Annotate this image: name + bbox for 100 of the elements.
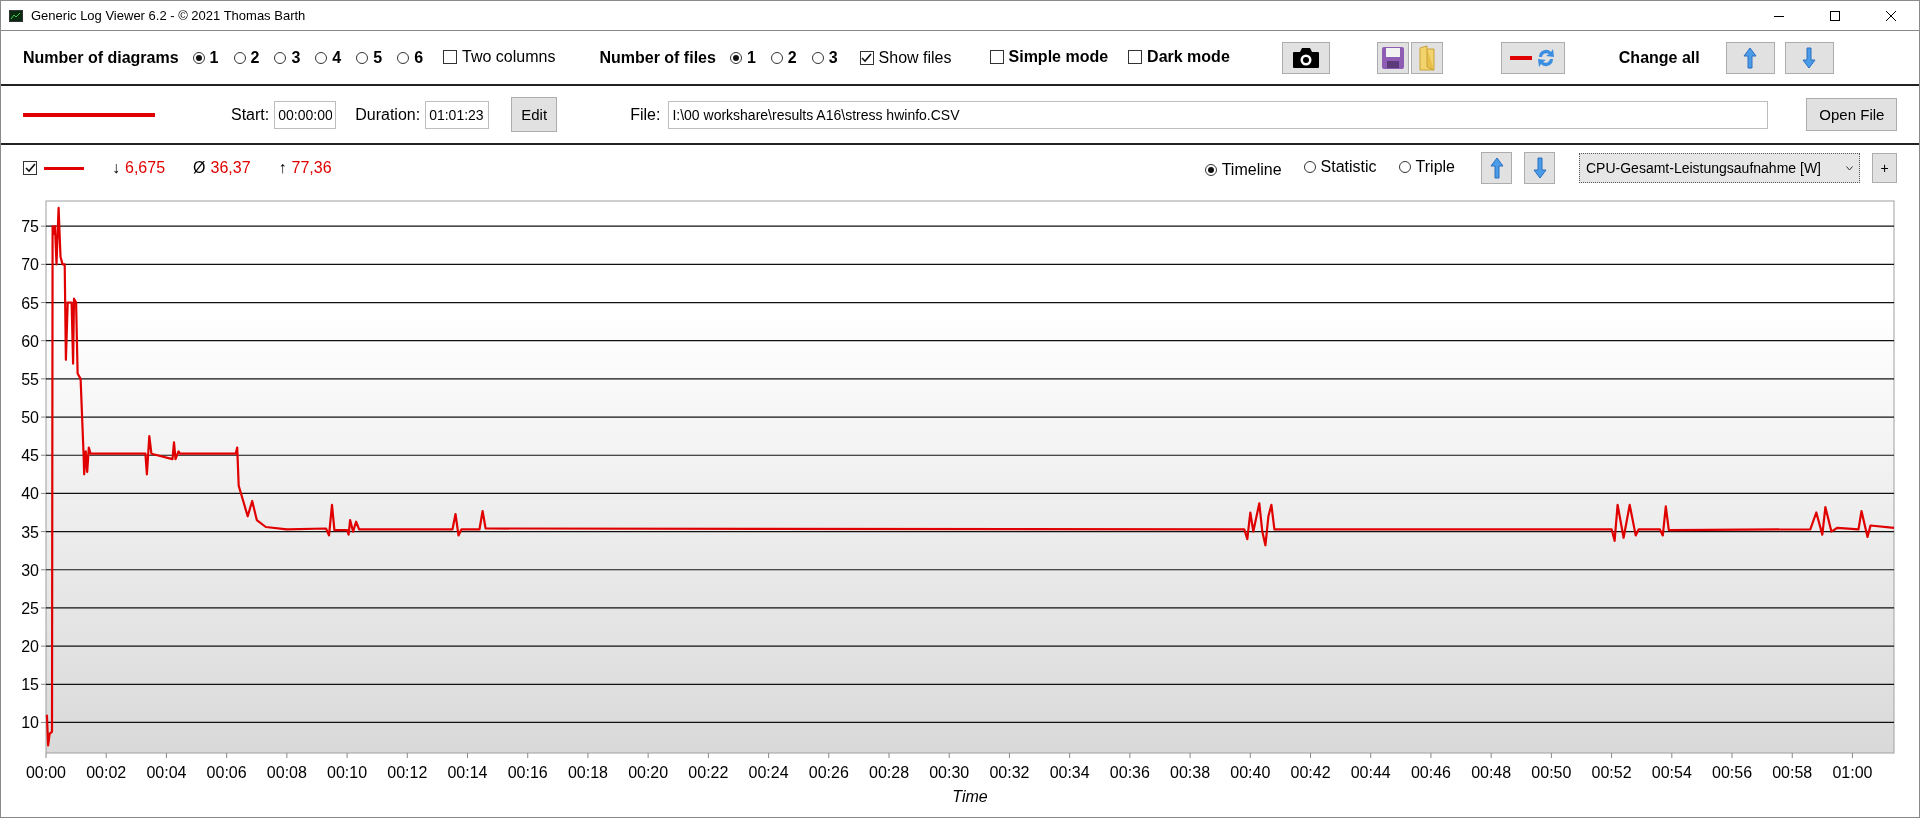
y-tick-label: 10	[21, 714, 39, 732]
checkbox-label: Dark mode	[1147, 47, 1230, 66]
app-icon	[9, 9, 23, 22]
window-title: Generic Log Viewer 6.2 - © 2021 Thomas Barth	[31, 8, 306, 23]
option-label: Triple	[1415, 157, 1455, 176]
x-tick-label: 00:16	[507, 764, 548, 781]
x-tick-label: 00:24	[748, 764, 789, 781]
radio-button[interactable]	[811, 51, 824, 64]
x-tick-label: 00:06	[206, 764, 247, 781]
y-tick-label: 50	[21, 409, 39, 427]
screenshot-button[interactable]	[1281, 41, 1330, 74]
up-arrow-icon	[1742, 46, 1759, 69]
option-label: 2	[250, 48, 260, 67]
close-icon[interactable]	[1885, 9, 1897, 22]
start-field[interactable]: 00:00:00	[274, 100, 337, 129]
add-button[interactable]: +	[1872, 153, 1897, 183]
y-tick-label: 35	[21, 523, 39, 541]
checkbox-label: Two columns	[462, 47, 556, 66]
x-axis-title: Time	[952, 788, 988, 805]
y-tick-label: 70	[21, 256, 39, 274]
checkbox[interactable]	[443, 49, 458, 64]
stat-symbol: ↑	[278, 159, 287, 177]
x-tick-label: 00:02	[86, 764, 127, 781]
folder-icon	[1417, 44, 1436, 71]
up-arrow-icon	[1488, 157, 1505, 179]
radio-button[interactable]	[729, 51, 742, 64]
y-tick-label: 15	[21, 676, 39, 694]
y-tick-label: 45	[21, 447, 39, 465]
x-tick-label: 00:50	[1531, 764, 1572, 781]
y-tick-label: 60	[21, 332, 39, 350]
files-label: Number of files	[599, 48, 716, 67]
duration-label: Duration:	[355, 105, 421, 124]
option-label: 2	[787, 48, 797, 67]
radio-button[interactable]	[356, 51, 369, 64]
open-file-button[interactable]: Open File	[1806, 98, 1898, 131]
x-tick-label: 00:44	[1350, 764, 1391, 781]
option-label: Statistic	[1320, 157, 1377, 176]
x-tick-label: 00:40	[1230, 764, 1271, 781]
option-label: 4	[332, 48, 342, 67]
x-tick-label: 00:46	[1410, 764, 1451, 781]
x-tick-label: 00:04	[146, 764, 187, 781]
maximize-icon[interactable]	[1829, 9, 1841, 22]
radio-button[interactable]	[770, 51, 783, 64]
caret-icon	[1846, 165, 1853, 171]
y-tick-label: 55	[21, 370, 39, 388]
radio-button[interactable]	[1204, 163, 1217, 176]
x-tick-label: 00:52	[1591, 764, 1632, 781]
x-tick-label: 00:32	[989, 764, 1030, 781]
option-label: 1	[209, 48, 219, 67]
move-down-button[interactable]	[1784, 41, 1834, 74]
y-tick-label: 75	[21, 218, 39, 236]
move-up-button[interactable]	[1481, 152, 1512, 184]
x-tick-label: 00:42	[1290, 764, 1331, 781]
radio-button[interactable]	[1398, 160, 1411, 173]
x-tick-label: 00:10	[327, 764, 368, 781]
x-tick-label: 00:22	[688, 764, 729, 781]
option-label: 6	[414, 48, 424, 67]
move-up-button[interactable]	[1725, 41, 1775, 74]
radio-button[interactable]	[397, 51, 410, 64]
y-tick-label: 25	[21, 599, 39, 617]
x-tick-label: 00:20	[628, 764, 669, 781]
radio-button[interactable]	[1303, 160, 1316, 173]
save-button[interactable]	[1376, 41, 1409, 74]
diagrams-label: Number of diagrams	[23, 48, 179, 67]
file-label: File:	[630, 105, 661, 124]
checkbox[interactable]	[859, 50, 874, 65]
y-tick-label: 40	[21, 485, 39, 503]
edit-button[interactable]: Edit	[511, 97, 558, 132]
option-label: 3	[828, 48, 838, 67]
radio-button[interactable]	[315, 51, 328, 64]
channel-dropdown[interactable]: CPU-Gesamt-Leistungsaufnahme [W]	[1579, 153, 1860, 183]
x-tick-label: 00:14	[447, 764, 488, 781]
checkbox[interactable]	[23, 161, 37, 175]
x-tick-label: 00:36	[1109, 764, 1150, 781]
x-tick-label: 00:58	[1772, 764, 1813, 781]
radio-button[interactable]	[192, 51, 205, 64]
checkbox[interactable]	[1128, 49, 1143, 64]
y-tick-label: 20	[21, 638, 39, 656]
stat-symbol: ↓	[112, 159, 120, 177]
radio-button[interactable]	[274, 51, 287, 64]
x-tick-label: 01:00	[1832, 764, 1873, 781]
swap-color-button[interactable]	[1500, 41, 1565, 74]
x-tick-label: 00:34	[1049, 764, 1090, 781]
stat-symbol: Ø	[193, 159, 206, 177]
series-line-icon	[44, 166, 84, 170]
option-label: 1	[746, 48, 756, 67]
move-down-button[interactable]	[1524, 152, 1555, 184]
start-label: Start:	[231, 105, 270, 124]
radio-button[interactable]	[233, 51, 246, 64]
x-tick-label: 00:18	[567, 764, 608, 781]
checkbox-label: Show files	[878, 48, 952, 67]
x-tick-label: 00:28	[869, 764, 910, 781]
y-tick-label: 65	[21, 294, 39, 312]
checkbox[interactable]	[989, 49, 1004, 64]
file-path-field[interactable]: I:\00 workshare\results A16\stress hwinfo.CSV	[668, 100, 1769, 129]
x-tick-label: 00:26	[808, 764, 849, 781]
option-label: 5	[373, 48, 383, 67]
duration-field[interactable]: 01:01:23	[425, 100, 490, 129]
down-arrow-icon	[1531, 157, 1548, 179]
x-tick-label: 00:08	[266, 764, 307, 781]
